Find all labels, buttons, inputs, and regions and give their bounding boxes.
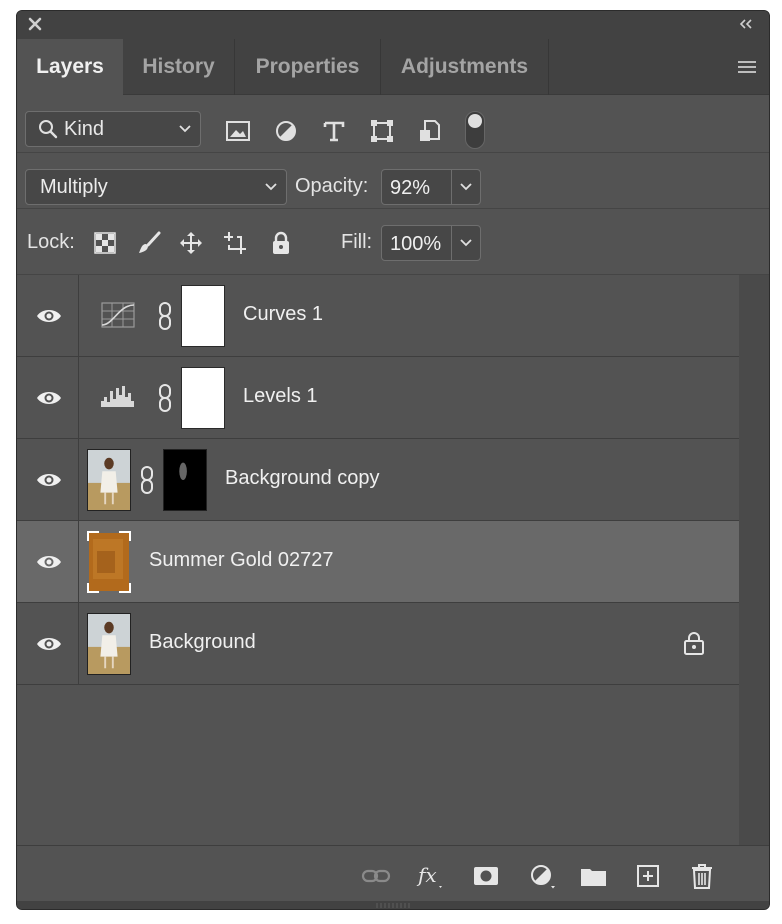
eye-icon[interactable] (36, 389, 62, 407)
new-group-folder-icon[interactable] (579, 862, 609, 890)
lock-options-bar: Lock: Fill: 100% (17, 209, 769, 275)
shape-layer-filter-icon[interactable] (369, 119, 395, 143)
opacity-value: 92% (390, 177, 431, 199)
blend-mode-select[interactable]: Multiply (25, 169, 287, 205)
panel-titlebar (17, 11, 769, 39)
eye-icon[interactable] (36, 553, 62, 571)
layers-scrollbar[interactable] (739, 275, 769, 845)
tab-adjustments[interactable]: Adjustments (381, 39, 549, 95)
pixel-layer-filter-icon[interactable] (225, 119, 251, 143)
layer-name[interactable]: Levels 1 (243, 385, 318, 408)
layer-row-background-copy[interactable]: Background copy (17, 439, 739, 521)
layer-name[interactable]: Background copy (225, 467, 380, 490)
layer-name[interactable]: Curves 1 (243, 303, 323, 326)
visibility-toggle[interactable] (17, 357, 79, 438)
tab-history[interactable]: History (123, 39, 235, 95)
visibility-toggle[interactable] (17, 439, 79, 520)
layer-name[interactable]: Background (149, 631, 256, 654)
svg-text:fx: fx (416, 863, 437, 887)
layer-mask-thumbnail[interactable] (163, 449, 207, 511)
blend-options-bar: Multiply Opacity: 92% (17, 153, 769, 209)
chevron-down-icon[interactable] (459, 238, 473, 248)
collapse-panel-icon[interactable] (737, 16, 755, 32)
fill-label: Fill: (341, 231, 373, 253)
layer-locked-icon[interactable] (683, 631, 705, 655)
tab-properties[interactable]: Properties (235, 39, 381, 95)
layer-row-background[interactable]: Background (17, 603, 739, 685)
opacity-field[interactable]: 92% (381, 169, 481, 205)
filter-toggle-switch[interactable] (465, 111, 485, 149)
filter-kind-label: Kind (64, 117, 105, 140)
eye-icon[interactable] (36, 307, 62, 325)
chevron-down-icon (179, 125, 191, 133)
visibility-toggle[interactable] (17, 275, 79, 356)
texture-image-thumbnail[interactable] (87, 531, 131, 593)
panel-resize-bar[interactable] (17, 901, 769, 909)
type-layer-filter-icon[interactable] (321, 119, 347, 143)
lock-image-pixels-brush-icon[interactable] (137, 231, 161, 255)
visibility-toggle[interactable] (17, 521, 79, 602)
chevron-down-icon[interactable] (459, 182, 473, 192)
adjustment-layer-filter-icon[interactable] (273, 119, 299, 143)
eye-icon[interactable] (36, 635, 62, 653)
blend-mode-value: Multiply (40, 175, 108, 198)
layers-list: Curves 1 Levels 1 Background copy Summer… (17, 275, 739, 845)
fill-field[interactable]: 100% (381, 225, 481, 261)
new-adjustment-layer-icon[interactable] (527, 862, 557, 890)
search-icon (39, 120, 58, 139)
lock-position-move-icon[interactable] (179, 231, 203, 255)
fx-layer-style-icon[interactable]: fx (415, 862, 445, 890)
layer-mask-thumbnail[interactable] (181, 367, 225, 429)
layers-footer-toolbar: fx (17, 845, 769, 903)
mask-link-chain-icon[interactable] (157, 383, 173, 413)
opacity-label: Opacity: (295, 175, 369, 197)
eye-icon[interactable] (36, 471, 62, 489)
new-layer-icon[interactable] (633, 862, 663, 890)
layer-image-thumbnail[interactable] (87, 613, 131, 675)
tab-layers[interactable]: Layers (17, 39, 123, 95)
layer-row-levels[interactable]: Levels 1 (17, 357, 739, 439)
link-layers-icon[interactable] (361, 862, 391, 890)
panel-menu-icon[interactable] (737, 59, 757, 75)
smart-object-filter-icon[interactable] (417, 119, 443, 143)
layer-mask-thumbnail[interactable] (181, 285, 225, 347)
filter-kind-select[interactable]: Kind (25, 111, 201, 147)
mask-link-chain-icon[interactable] (139, 465, 155, 495)
layer-name[interactable]: Summer Gold 02727 (149, 549, 334, 572)
lock-all-icon[interactable] (269, 231, 293, 255)
curves-adjustment-icon (101, 302, 135, 328)
layer-row-summer-gold[interactable]: Summer Gold 02727 (17, 521, 739, 603)
layer-row-curves[interactable]: Curves 1 (17, 275, 739, 357)
lock-transparent-pixels-icon[interactable] (93, 231, 117, 255)
mask-link-chain-icon[interactable] (157, 301, 173, 331)
layer-image-thumbnail[interactable] (87, 449, 131, 511)
layers-panel: Layers History Properties Adjustments Ki… (16, 10, 770, 910)
add-layer-mask-icon[interactable] (471, 862, 501, 890)
toggle-knob (468, 114, 482, 128)
layer-filter-bar: Kind (17, 95, 769, 153)
levels-histogram-icon (101, 386, 134, 407)
delete-layer-trash-icon[interactable] (687, 862, 717, 890)
panel-tabs: Layers History Properties Adjustments (17, 39, 769, 95)
close-icon[interactable] (27, 16, 43, 32)
resize-grip-icon[interactable] (373, 901, 413, 909)
lock-artboard-icon[interactable] (223, 231, 247, 255)
fill-value: 100% (390, 233, 442, 255)
chevron-down-icon (265, 183, 277, 191)
lock-label: Lock: (27, 231, 75, 253)
visibility-toggle[interactable] (17, 603, 79, 684)
